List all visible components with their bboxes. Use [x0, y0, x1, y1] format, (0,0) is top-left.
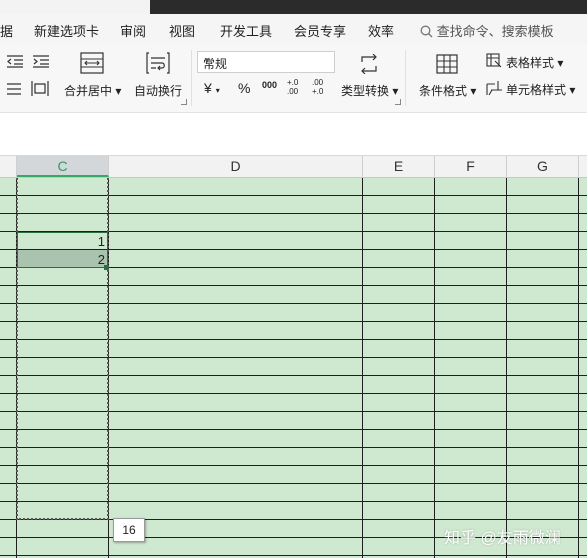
conditional-format-button[interactable]: 条件格式 ▾: [419, 82, 476, 99]
grid-hline: [0, 555, 587, 556]
column-header-row: C D E F G: [0, 156, 587, 178]
merge-center-button[interactable]: 合并居中 ▾: [64, 82, 121, 99]
menu-item-member[interactable]: 会员专享: [294, 21, 346, 40]
search-placeholder: 查找命令、搜索模板: [436, 24, 554, 39]
type-convert-button[interactable]: 类型转换 ▾: [341, 82, 398, 99]
grid-vline: [434, 178, 435, 558]
formula-bar[interactable]: [0, 113, 587, 156]
currency-button[interactable]: ¥ ▾: [204, 80, 220, 96]
cell-c-value-2[interactable]: 2: [17, 252, 105, 267]
table-style-button[interactable]: 表格样式 ▾: [506, 54, 563, 71]
increase-indent-icon[interactable]: [32, 54, 50, 68]
cell-style-button[interactable]: 单元格样式 ▾: [506, 81, 575, 98]
align-icon[interactable]: [6, 82, 22, 96]
cell-c-value-1[interactable]: 1: [17, 234, 105, 249]
menu-item-new-tab[interactable]: 新建选项卡: [34, 21, 99, 40]
document-tab[interactable]: [0, 0, 150, 14]
menu-item-developer[interactable]: 开发工具: [220, 21, 272, 40]
chevron-down-icon: ▼: [203, 56, 211, 65]
percent-button[interactable]: %: [238, 80, 250, 96]
column-header-b[interactable]: [0, 156, 17, 177]
column-header-h[interactable]: [579, 156, 587, 177]
ribbon-toolbar: 合并居中 ▾ 自动换行 常规 ▼ ¥ ▾ % 000 +.0 .00 .00 +…: [0, 44, 587, 113]
ribbon-separator: [405, 50, 406, 106]
column-header-f[interactable]: F: [435, 156, 507, 177]
ribbon-separator: [191, 50, 192, 106]
number-dialog-launcher[interactable]: [395, 99, 401, 105]
title-strip: [0, 0, 587, 14]
menu-item-efficiency[interactable]: 效率: [368, 21, 394, 40]
alignment-dialog-launcher[interactable]: [181, 99, 187, 105]
menu-item-data[interactable]: 据: [0, 21, 13, 40]
decrease-indent-icon[interactable]: [6, 54, 24, 68]
table-style-icon[interactable]: [486, 53, 503, 68]
fill-value-tooltip: 16: [113, 518, 145, 542]
menu-bar: 据 新建选项卡 审阅 视图 开发工具 会员专享 效率 查找命令、搜索模板: [0, 14, 587, 44]
increase-decimal-button[interactable]: +.0 .00: [287, 78, 307, 96]
search-icon: [420, 25, 433, 38]
cell-grid[interactable]: 1 2: [0, 178, 587, 558]
watermark-text: 知乎 @友雨微澜: [444, 530, 561, 547]
grid-vline: [506, 178, 507, 558]
cell-style-icon[interactable]: [486, 80, 503, 96]
column-header-g[interactable]: G: [507, 156, 579, 177]
search-box[interactable]: 查找命令、搜索模板: [420, 21, 554, 40]
grid-vline: [362, 178, 363, 558]
decrease-decimal-button[interactable]: .00 +.0: [312, 78, 332, 96]
thousands-separator-button[interactable]: 000: [262, 80, 277, 90]
fill-preview-range: [16, 178, 109, 520]
column-header-e[interactable]: E: [363, 156, 435, 177]
column-header-d[interactable]: D: [109, 156, 363, 177]
number-format-select[interactable]: 常规 ▼: [197, 51, 335, 73]
distributed-align-icon[interactable]: [31, 80, 49, 97]
conditional-format-icon[interactable]: [436, 54, 458, 74]
menu-item-view[interactable]: 视图: [169, 21, 195, 40]
grid-vline: [578, 178, 579, 558]
type-convert-icon[interactable]: [358, 54, 380, 74]
wrap-text-button[interactable]: 自动换行: [134, 82, 182, 99]
menu-item-review[interactable]: 审阅: [120, 21, 146, 40]
column-header-c[interactable]: C: [17, 156, 109, 177]
wrap-text-icon[interactable]: [146, 52, 170, 74]
merge-center-icon[interactable]: [80, 52, 104, 74]
fill-handle[interactable]: [104, 265, 109, 270]
